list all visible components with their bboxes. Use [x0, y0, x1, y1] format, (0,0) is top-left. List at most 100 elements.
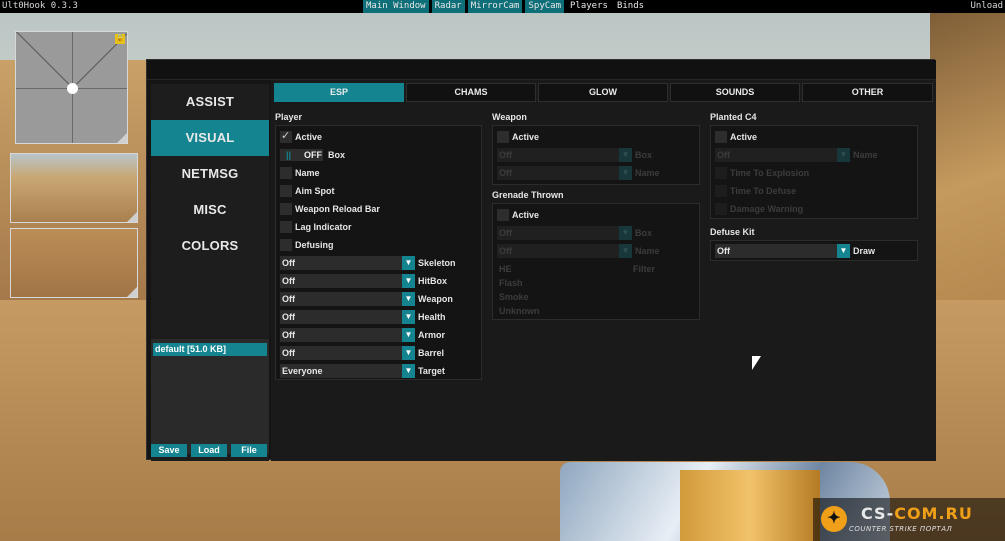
health-dropdown[interactable]: Off — [280, 310, 414, 324]
skeleton-label: Skeleton — [418, 258, 456, 268]
menu-radar[interactable]: Radar — [431, 0, 465, 13]
c4-time-explosion-label: Time To Explosion — [730, 168, 810, 178]
chevron-down-icon[interactable]: ▼ — [837, 244, 850, 258]
chevron-down-icon[interactable]: ▼ — [402, 274, 415, 288]
checkbox[interactable] — [715, 131, 727, 143]
defuse-kit-draw-label: Draw — [853, 246, 876, 256]
grenade-name-dropdown[interactable]: Off — [497, 244, 631, 258]
chevron-down-icon[interactable]: ▼ — [402, 310, 415, 324]
checkbox[interactable] — [280, 239, 292, 251]
resize-handle-icon[interactable] — [127, 212, 137, 222]
app-title: Ult0Hook 0.3.3 — [2, 1, 78, 11]
window-title-bar[interactable] — [147, 60, 936, 80]
grenade-filter-unknown[interactable]: Unknown — [499, 304, 540, 318]
defuse-kit-dropdown[interactable]: Off — [715, 244, 849, 258]
config-list: default [51.0 KB] — [151, 339, 269, 454]
skeleton-dropdown[interactable]: Off — [280, 256, 414, 270]
weapon-dropdown[interactable]: Off — [280, 292, 414, 306]
tab-esp[interactable]: ESP — [274, 83, 404, 102]
menu-binds[interactable]: Binds — [614, 0, 647, 13]
chevron-down-icon[interactable]: ▼ — [402, 328, 415, 342]
hitbox-dropdown[interactable]: Off — [280, 274, 414, 288]
player-box-label: Box — [328, 150, 346, 160]
barrel-select-row[interactable]: Off ▼ Barrel — [280, 346, 480, 360]
weapon-name-dropdown[interactable]: Off — [497, 166, 631, 180]
player-active-label: Active — [295, 132, 323, 142]
grenade-filter-row[interactable]: HE Filter — [497, 262, 697, 276]
mirror-cam-window[interactable] — [10, 153, 138, 223]
tab-glow[interactable]: GLOW — [538, 83, 668, 102]
save-button[interactable]: Save — [151, 444, 187, 457]
menu-spycam[interactable]: SpyCam — [525, 0, 564, 13]
grenade-name-select-row[interactable]: Off ▼ Name — [497, 244, 697, 258]
checkbox[interactable] — [715, 167, 727, 179]
grenade-filter-flash[interactable]: Flash — [499, 276, 523, 290]
tab-sounds[interactable]: SOUNDS — [670, 83, 800, 102]
tab-chams[interactable]: CHAMS — [406, 83, 536, 102]
sidebar-item-assist[interactable]: ASSIST — [151, 84, 269, 120]
resize-handle-icon[interactable] — [127, 287, 137, 297]
load-button[interactable]: Load — [191, 444, 227, 457]
lock-icon[interactable]: 🔒 — [115, 34, 125, 44]
chevron-down-icon[interactable]: ▼ — [619, 244, 632, 258]
radar-fov-line — [16, 32, 73, 88]
chevron-down-icon[interactable]: ▼ — [619, 226, 632, 240]
checkbox-checked[interactable] — [280, 129, 292, 143]
armor-select-row[interactable]: Off ▼ Armor — [280, 328, 480, 342]
weapon-box-dropdown[interactable]: Off — [497, 148, 631, 162]
chevron-down-icon[interactable]: ▼ — [402, 346, 415, 360]
health-select-row[interactable]: Off ▼ Health — [280, 310, 480, 324]
skeleton-select-row[interactable]: Off ▼ Skeleton — [280, 256, 480, 270]
barrel-dropdown[interactable]: Off — [280, 346, 414, 360]
chevron-down-icon[interactable]: ▼ — [402, 364, 415, 378]
target-dropdown[interactable]: Everyone — [280, 364, 414, 378]
watermark-title-part-b: COM.RU — [894, 504, 973, 523]
menu-players[interactable]: Players — [567, 0, 611, 13]
unload-button[interactable]: Unload — [970, 0, 1003, 13]
grenade-filter-he[interactable]: HE — [499, 262, 512, 276]
tab-other[interactable]: OTHER — [802, 83, 933, 102]
checkbox[interactable] — [715, 203, 727, 215]
file-button[interactable]: File — [231, 444, 267, 457]
grenade-filter-smoke[interactable]: Smoke — [499, 290, 529, 304]
menu-main-window[interactable]: Main Window — [363, 0, 429, 13]
c4-name-dropdown[interactable]: Off — [715, 148, 849, 162]
defuse-kit-select-row[interactable]: Off ▼ Draw — [715, 244, 915, 258]
checkbox[interactable] — [497, 131, 509, 143]
toggle-knob: || — [286, 150, 292, 160]
menu-mirrorcam[interactable]: MirrorCam — [467, 0, 523, 13]
chevron-down-icon[interactable]: ▼ — [837, 148, 850, 162]
config-list-item[interactable]: default [51.0 KB] — [153, 343, 267, 356]
checkbox[interactable] — [715, 185, 727, 197]
chevron-down-icon[interactable]: ▼ — [402, 292, 415, 306]
weapon-select-row[interactable]: Off ▼ Weapon — [280, 292, 480, 306]
grenade-box-select-row[interactable]: Off ▼ Box — [497, 226, 697, 240]
hitbox-select-row[interactable]: Off ▼ HitBox — [280, 274, 480, 288]
chevron-down-icon[interactable]: ▼ — [402, 256, 415, 270]
target-select-row[interactable]: Everyone ▼ Target — [280, 364, 480, 378]
chevron-down-icon[interactable]: ▼ — [619, 166, 632, 180]
armor-dropdown[interactable]: Off — [280, 328, 414, 342]
sidebar-item-colors[interactable]: COLORS — [151, 228, 269, 264]
chevron-down-icon[interactable]: ▼ — [619, 148, 632, 162]
grenade-filter-label: Filter — [633, 264, 656, 274]
weapon-box-select-row[interactable]: Off ▼ Box — [497, 148, 697, 162]
c4-time-defuse-label: Time To Defuse — [730, 186, 797, 196]
player-reload-bar-label: Weapon Reload Bar — [295, 204, 380, 214]
sidebar-item-misc[interactable]: MISC — [151, 192, 269, 228]
checkbox[interactable] — [280, 203, 292, 215]
radar-window[interactable]: 🔒 — [15, 31, 128, 144]
checkbox[interactable] — [280, 185, 292, 197]
c4-name-select-row[interactable]: Off ▼ Name — [715, 148, 915, 162]
checkbox[interactable] — [280, 167, 292, 179]
spy-cam-window[interactable] — [10, 228, 138, 298]
resize-handle-icon[interactable] — [117, 133, 127, 143]
checkbox[interactable] — [497, 209, 509, 221]
checkbox[interactable] — [280, 221, 292, 233]
grenade-box-dropdown[interactable]: Off — [497, 226, 631, 240]
sidebar-item-netmsg[interactable]: NETMSG — [151, 156, 269, 192]
player-section-title: Player — [275, 112, 303, 122]
box-toggle[interactable]: || OFF — [280, 149, 323, 161]
weapon-name-select-row[interactable]: Off ▼ Name — [497, 166, 697, 180]
sidebar-item-visual[interactable]: VISUAL — [151, 120, 269, 156]
